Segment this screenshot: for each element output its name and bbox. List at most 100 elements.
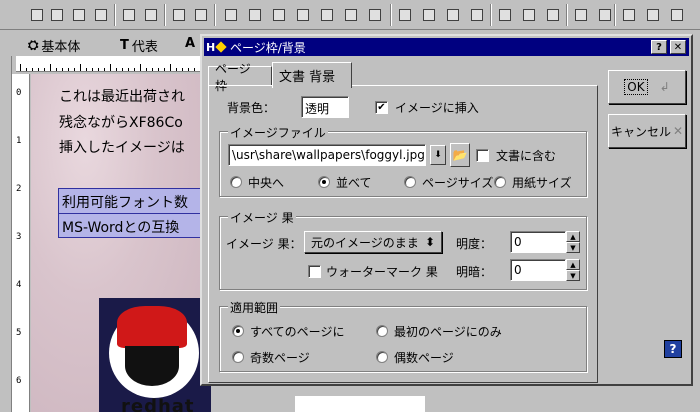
toolbar-icon[interactable]: [444, 6, 462, 24]
updown-arrow-icon: ⬍: [424, 235, 435, 249]
toolbar-icon[interactable]: [294, 6, 312, 24]
watermark-checkbox[interactable]: [308, 265, 321, 278]
placement-center-radio[interactable]: [230, 176, 242, 188]
toolbar-icon[interactable]: [28, 6, 46, 24]
app-icon-letter: H: [206, 40, 216, 54]
tab-page-border[interactable]: ページ 枠: [208, 62, 272, 93]
toolbar-icon[interactable]: [192, 6, 210, 24]
spin-up-icon[interactable]: ▲: [566, 259, 580, 270]
toolbar-icon[interactable]: [572, 6, 590, 24]
toolbar-icon[interactable]: [620, 6, 638, 24]
include-in-doc-label: 文書に含む: [496, 149, 557, 163]
ruler-tick: [56, 68, 57, 71]
image-path-field[interactable]: \usr\share\wallpapers\foggyl.jpg: [228, 144, 426, 166]
scope-even-pages-radio[interactable]: [376, 351, 388, 363]
selected-line: 利用可能フォント数: [62, 195, 188, 211]
ruler-tick: [50, 64, 51, 71]
toolbar-icon[interactable]: [544, 6, 562, 24]
placement-paper-size-radio[interactable]: [494, 176, 506, 188]
toolbar-icon[interactable]: [270, 6, 288, 24]
toolbar-icon[interactable]: [318, 6, 336, 24]
selected-text-box[interactable]: 利用可能フォント数 MS-Wordとの互換: [58, 188, 211, 238]
scope-first-page-radio[interactable]: [376, 325, 388, 337]
toolbar-icon[interactable]: [246, 6, 264, 24]
main-toolbar: [0, 0, 700, 30]
ruler-tick: [80, 64, 81, 71]
toolbar-icon[interactable]: [170, 6, 188, 24]
placement-page-size-label: ページサイズ: [422, 176, 494, 190]
include-in-doc-checkbox[interactable]: [476, 149, 489, 162]
toolbar-icon[interactable]: [342, 6, 360, 24]
ruler-tick: [194, 68, 195, 71]
placement-page-size-radio[interactable]: [404, 176, 416, 188]
ruler-tick: [110, 64, 111, 71]
toolbar-icon[interactable]: [222, 6, 240, 24]
ruler-tick: [122, 68, 123, 71]
font-selector[interactable]: T 代表: [120, 36, 158, 55]
toolbar-icon[interactable]: [596, 6, 614, 24]
toolbar-icon[interactable]: [120, 6, 138, 24]
open-folder-icon[interactable]: 📂: [450, 143, 470, 167]
scope-group-title: 適用範囲: [228, 299, 281, 316]
help-button[interactable]: ?: [651, 40, 667, 54]
toolbar-icon[interactable]: [70, 6, 88, 24]
toolbar-icon[interactable]: [396, 6, 414, 24]
scope-odd-pages-radio[interactable]: [232, 351, 244, 363]
ruler-tick: [128, 68, 129, 71]
toolbar-icon[interactable]: [48, 6, 66, 24]
toolbar-icon[interactable]: [644, 6, 662, 24]
toolbar-icon[interactable]: [142, 6, 160, 24]
toolbar-icon[interactable]: [420, 6, 438, 24]
dialog-titlebar[interactable]: H ページ枠/背景 ? ✕: [204, 38, 689, 56]
toolbar-icon[interactable]: [92, 6, 110, 24]
scope-all-pages-radio[interactable]: [232, 325, 244, 337]
spin-down-icon[interactable]: ▼: [566, 270, 580, 281]
toolbar-icon[interactable]: [520, 6, 538, 24]
ruler-tick: [164, 68, 165, 71]
toolbar-icon[interactable]: [668, 6, 686, 24]
spin-down-icon[interactable]: ▼: [566, 242, 580, 253]
spin-up-icon[interactable]: ▲: [566, 231, 580, 242]
toolbar-icon[interactable]: [496, 6, 514, 24]
ruler-tick: [38, 68, 39, 71]
brightness-field[interactable]: 0: [510, 231, 566, 253]
pencil-icon: [215, 41, 227, 53]
close-button[interactable]: ✕: [670, 40, 686, 54]
brightness-spinner[interactable]: ▲ ▼: [566, 231, 580, 253]
contrast-field[interactable]: 0: [510, 259, 566, 281]
dropdown-arrow-icon[interactable]: ⬇: [430, 145, 446, 165]
ok-button[interactable]: OK ↲: [608, 70, 686, 104]
tab-document-background[interactable]: 文書 背景: [272, 62, 352, 88]
background-color-field[interactable]: 透明: [301, 96, 349, 118]
image-effect-group-title: イメージ 果: [228, 209, 296, 226]
format-toolbar: ⛭ 基本体 T 代表 A: [0, 31, 200, 55]
placement-paper-size-label: 用紙サイズ: [512, 176, 572, 190]
brightness-label: 明度：: [456, 237, 493, 251]
cancel-button[interactable]: キャンセル ✕: [608, 114, 686, 148]
placement-tile-radio[interactable]: [318, 176, 330, 188]
style-selector[interactable]: ⛭ 基本体: [28, 36, 80, 55]
char-format-button[interactable]: A: [185, 36, 195, 51]
ruler-number: 2: [16, 184, 22, 194]
toolbar-icon[interactable]: [366, 6, 384, 24]
ruler-tick: [188, 68, 189, 71]
document-canvas[interactable]: これは最近出荷され 残念ながらXF86Co 挿入したイメージは 利用可能フォント…: [31, 74, 211, 412]
help-icon[interactable]: ?: [664, 340, 682, 358]
image-effect-dropdown[interactable]: 元のイメージのまま ⬍: [304, 231, 442, 253]
ruler-number: 3: [16, 232, 22, 242]
enter-icon: ↲: [659, 80, 670, 94]
image-effect-label: イメージ 果：: [226, 237, 302, 251]
ruler-tick: [146, 68, 147, 71]
logo-face: [125, 346, 179, 386]
box-divider: [59, 213, 211, 214]
image-effect-group: イメージ 果 イメージ 果： 元のイメージのまま ⬍ 明度： 0 ▲ ▼ ウォー…: [219, 209, 587, 290]
ruler-number: 0: [16, 88, 22, 98]
contrast-spinner[interactable]: ▲ ▼: [566, 259, 580, 281]
insert-image-checkbox[interactable]: ✔: [375, 101, 388, 114]
ruler-number: 4: [16, 280, 22, 290]
document-line: これは最近出荷され: [59, 89, 185, 105]
redhat-logo-image[interactable]: redhat: [99, 298, 211, 412]
page-border-background-dialog: H ページ枠/背景 ? ✕ ページ 枠 文書 背景 背景色： 透明 ✔ イメージ…: [200, 34, 693, 386]
watermark-label: ウォーターマーク 果: [326, 265, 438, 279]
toolbar-icon[interactable]: [468, 6, 486, 24]
